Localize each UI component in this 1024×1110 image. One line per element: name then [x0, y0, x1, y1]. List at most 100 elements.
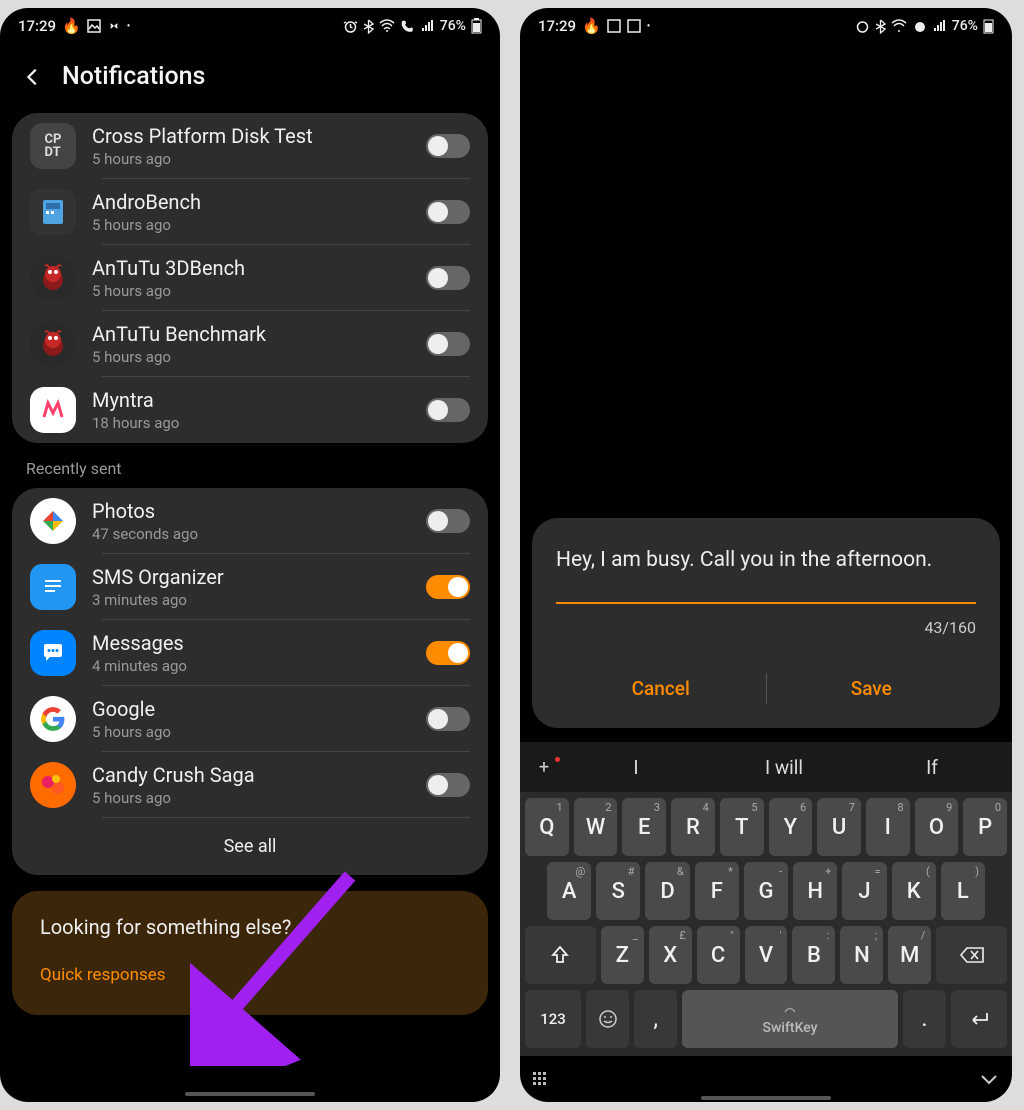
expand-toolbar-icon[interactable]: + [530, 757, 558, 778]
notification-toggle[interactable] [426, 641, 470, 665]
quick-responses-link[interactable]: Quick responses [40, 965, 460, 985]
quick-response-dialog: Hey, I am busy. Call you in the afternoo… [532, 518, 1000, 728]
see-all-row[interactable]: See all [12, 818, 488, 875]
key-i[interactable]: I8 [866, 798, 910, 856]
signal-icon [933, 19, 947, 33]
char-count: 43/160 [556, 618, 976, 637]
enter-key[interactable] [951, 990, 1007, 1048]
comma-key[interactable]: , [634, 990, 677, 1048]
bluetooth-icon [875, 19, 886, 34]
apps-panel-recent: Photos47 seconds ago SMS Organizer3 minu… [12, 488, 488, 875]
key-n[interactable]: N; [840, 926, 883, 984]
battery-percent: 76% [440, 18, 466, 34]
page-title: Notifications [62, 62, 205, 91]
app-row[interactable]: Photos47 seconds ago [12, 488, 488, 554]
dialog-actions: Cancel Save [556, 667, 976, 710]
status-right: 76% [343, 18, 482, 34]
key-z[interactable]: Z_ [601, 926, 644, 984]
notification-toggle[interactable] [426, 134, 470, 158]
key-q[interactable]: Q1 [525, 798, 569, 856]
app-icon-cpdt: CPDT [30, 123, 76, 169]
backspace-key[interactable] [936, 926, 1007, 984]
app-icon-androbench [30, 189, 76, 235]
key-t[interactable]: T5 [720, 798, 764, 856]
notification-toggle[interactable] [426, 266, 470, 290]
keyboard-row: A@S#D&F*G-H+J=K(L) [525, 862, 1007, 920]
suggestion[interactable]: If [862, 756, 1002, 779]
key-f[interactable]: F* [695, 862, 739, 920]
notification-toggle[interactable] [426, 398, 470, 422]
app-row[interactable]: AndroBench5 hours ago [12, 179, 488, 245]
status-right: 76% [855, 18, 994, 34]
collapse-keyboard-icon[interactable] [978, 1072, 1000, 1086]
battery-percent: 76% [952, 18, 978, 34]
key-x[interactable]: X£ [649, 926, 692, 984]
app-time: 18 hours ago [92, 414, 426, 432]
notification-toggle[interactable] [426, 332, 470, 356]
key-k[interactable]: K( [892, 862, 936, 920]
numeric-key[interactable]: 123 [525, 990, 581, 1048]
app-row[interactable]: Messages4 minutes ago [12, 620, 488, 686]
app-row[interactable]: Myntra18 hours ago [12, 377, 488, 443]
keyboard-row: 123 , SwiftKey . [525, 990, 1007, 1048]
app-time: 5 hours ago [92, 723, 426, 741]
key-l[interactable]: L) [941, 862, 985, 920]
app-time: 5 hours ago [92, 789, 426, 807]
phone-right: 17:29 🔥 • 76% Hey, I am busy. Call you i… [520, 8, 1012, 1102]
key-r[interactable]: R4 [671, 798, 715, 856]
app-row[interactable]: AnTuTu 3DBench5 hours ago [12, 245, 488, 311]
app-icon-candycrush [30, 762, 76, 808]
back-icon[interactable] [22, 66, 44, 88]
app-row[interactable]: CPDT Cross Platform Disk Test5 hours ago [12, 113, 488, 179]
cancel-button[interactable]: Cancel [556, 667, 766, 710]
emoji-key[interactable] [586, 990, 629, 1048]
app-row[interactable]: Google5 hours ago [12, 686, 488, 752]
home-indicator[interactable] [701, 1096, 831, 1100]
key-h[interactable]: H+ [793, 862, 837, 920]
key-b[interactable]: B: [792, 926, 835, 984]
shift-key[interactable] [525, 926, 596, 984]
key-c[interactable]: C" [697, 926, 740, 984]
key-a[interactable]: A@ [547, 862, 591, 920]
space-key[interactable]: SwiftKey [682, 990, 898, 1048]
key-j[interactable]: J= [842, 862, 886, 920]
save-button[interactable]: Save [767, 667, 977, 710]
key-w[interactable]: W2 [574, 798, 618, 856]
keyboard-suggestion-bar: + I I will If [520, 742, 1012, 792]
volte-icon [912, 19, 928, 34]
app-time: 5 hours ago [92, 282, 426, 300]
key-g[interactable]: G- [744, 862, 788, 920]
suggestion[interactable]: I will [714, 756, 854, 779]
response-text-input[interactable]: Hey, I am busy. Call you in the afternoo… [556, 546, 976, 604]
notification-toggle[interactable] [426, 575, 470, 599]
battery-icon [471, 18, 482, 34]
see-all-button[interactable]: See all [216, 828, 285, 865]
fan-icon [107, 19, 121, 33]
app-row[interactable]: SMS Organizer3 minutes ago [12, 554, 488, 620]
home-indicator[interactable] [185, 1092, 315, 1096]
space-label: SwiftKey [763, 1020, 818, 1036]
app-row[interactable]: Candy Crush Saga5 hours ago [12, 752, 488, 818]
app-row[interactable]: AnTuTu Benchmark5 hours ago [12, 311, 488, 377]
period-key[interactable]: . [903, 990, 946, 1048]
key-m[interactable]: M/ [888, 926, 931, 984]
key-d[interactable]: D& [645, 862, 689, 920]
notification-toggle[interactable] [426, 200, 470, 224]
key-s[interactable]: S# [596, 862, 640, 920]
keyboard-switch-icon[interactable] [532, 1071, 552, 1087]
promo-panel: Looking for something else? Quick respon… [12, 891, 488, 1015]
status-bar: 17:29 🔥 • 76% [520, 8, 1012, 44]
key-p[interactable]: P0 [963, 798, 1007, 856]
notification-toggle[interactable] [426, 773, 470, 797]
key-u[interactable]: U7 [817, 798, 861, 856]
key-v[interactable]: V' [745, 926, 788, 984]
bluetooth-icon [363, 19, 374, 34]
notification-toggle[interactable] [426, 509, 470, 533]
key-e[interactable]: E3 [622, 798, 666, 856]
key-y[interactable]: Y6 [769, 798, 813, 856]
notification-toggle[interactable] [426, 707, 470, 731]
key-o[interactable]: O9 [915, 798, 959, 856]
header: Notifications [0, 44, 500, 113]
status-left: 17:29 🔥 • [538, 17, 650, 35]
suggestion[interactable]: I [566, 756, 706, 779]
